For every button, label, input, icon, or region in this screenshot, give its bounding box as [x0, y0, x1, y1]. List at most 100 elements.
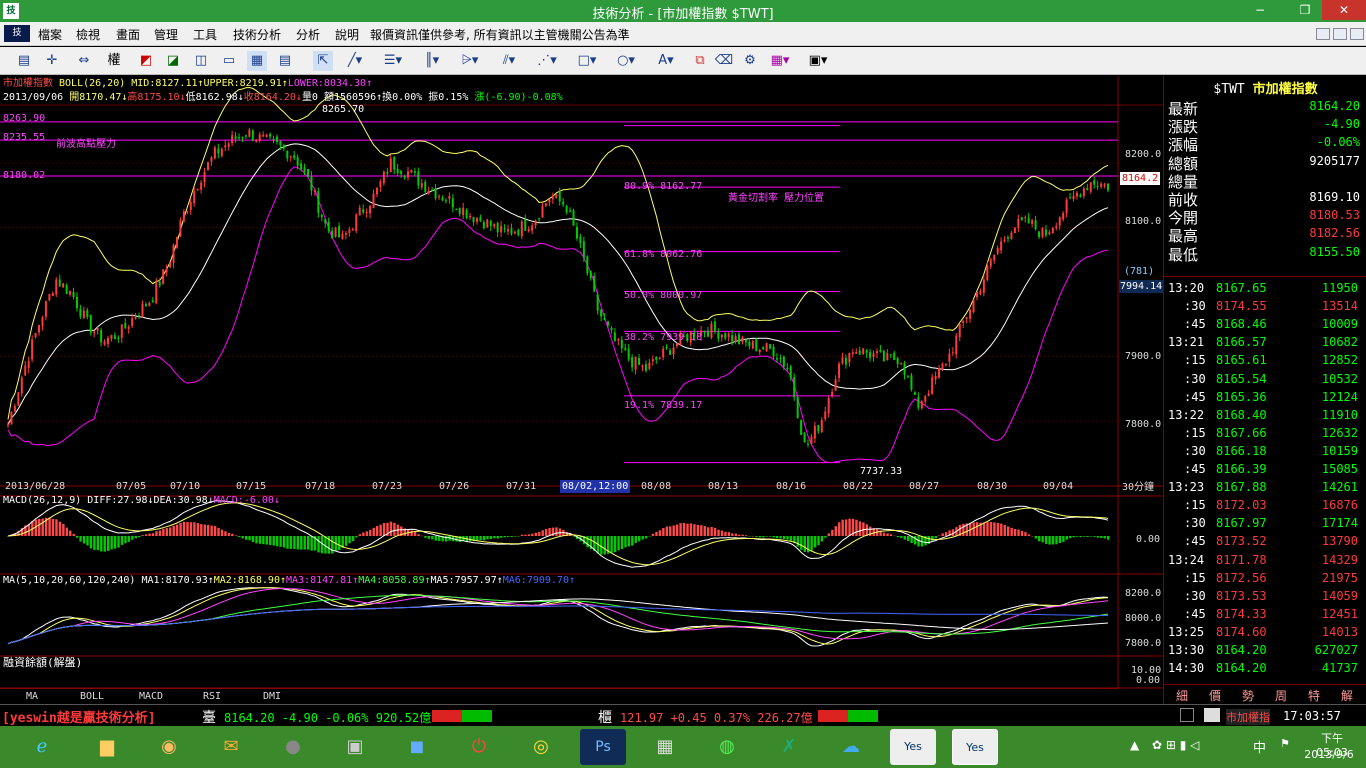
tick-row[interactable]: :15 8167.66 12632: [1164, 424, 1364, 442]
crosshair-icon[interactable]: ✛: [42, 51, 62, 71]
eraser-icon[interactable]: ⌫: [714, 51, 734, 71]
clock-date[interactable]: 2013/9/6: [1298, 748, 1360, 761]
power-icon[interactable]: ⏻: [456, 729, 502, 765]
tick-row[interactable]: :45 8168.46 10009: [1164, 315, 1364, 333]
tick-row[interactable]: 13:21 8166.57 10682: [1164, 333, 1364, 351]
tab-macd[interactable]: MACD: [139, 690, 163, 703]
tick-row[interactable]: :15 8172.56 21975: [1164, 569, 1364, 587]
tick-row[interactable]: :30 8174.55 13514: [1164, 297, 1364, 315]
menu-manage[interactable]: 管理: [154, 26, 178, 43]
menu-technical[interactable]: 技術分析: [233, 26, 281, 43]
close-button[interactable]: ✕: [1322, 0, 1366, 20]
tray-flag-icon[interactable]: ⚑: [1280, 737, 1290, 750]
text-icon[interactable]: A▾: [652, 51, 680, 71]
tick-row[interactable]: 13:23 8167.88 14261: [1164, 478, 1364, 496]
tray-arrow-icon[interactable]: ▲: [1130, 738, 1139, 752]
line-tool-icon[interactable]: ╱▾: [341, 51, 369, 71]
status-icon-1[interactable]: [1180, 708, 1194, 722]
media-icon[interactable]: ◉: [146, 729, 192, 765]
settings-icon[interactable]: ⚙: [740, 51, 760, 71]
tick-row[interactable]: :45 8174.33 12451: [1164, 605, 1364, 623]
fan-icon[interactable]: ⩥▾: [456, 51, 484, 71]
ie-icon[interactable]: ℯ: [19, 729, 65, 765]
chart-c-icon[interactable]: ◫: [191, 51, 211, 71]
restore-button[interactable]: ❐: [1290, 0, 1320, 20]
ellipse-icon[interactable]: ○▾: [612, 51, 640, 71]
vertical-lines-icon[interactable]: ║▾: [418, 51, 446, 71]
menu-tools[interactable]: 工具: [193, 26, 217, 43]
tab-special[interactable]: 特: [1300, 687, 1328, 704]
save-icon[interactable]: ▣▾: [804, 51, 832, 71]
period-label[interactable]: 30分鐘: [1122, 481, 1154, 494]
brand-text[interactable]: [yeswin越是贏技術分析]: [2, 707, 156, 726]
menu-help[interactable]: 說明: [335, 26, 359, 43]
outlook-icon[interactable]: ✉: [208, 729, 254, 765]
mdi-close-button[interactable]: [1350, 28, 1364, 40]
tick-row[interactable]: :45 8173.52 13790: [1164, 532, 1364, 550]
tab-week[interactable]: 周: [1267, 687, 1295, 704]
tick-row[interactable]: 14:30 8164.20 41737: [1164, 659, 1364, 677]
channel-icon[interactable]: ⋰▾: [533, 51, 561, 71]
yeswin-icon[interactable]: Yes: [890, 729, 936, 765]
tick-row[interactable]: :15 8172.03 16876: [1164, 496, 1364, 514]
yeswin2-icon[interactable]: Yes: [952, 729, 998, 765]
tick-row[interactable]: 13:25 8174.60 14013: [1164, 623, 1364, 641]
tick-row[interactable]: :30 8167.97 17174: [1164, 514, 1364, 532]
tray-icons[interactable]: ✿ ⊞ ▮ ◁: [1152, 738, 1199, 752]
tick-row[interactable]: :45 8166.39 15085: [1164, 460, 1364, 478]
tab-trend[interactable]: 勢: [1234, 687, 1262, 704]
calculator-icon[interactable]: ▦: [642, 729, 688, 765]
tab-analysis[interactable]: 解: [1333, 687, 1361, 704]
print-icon[interactable]: ▤: [14, 51, 34, 71]
tab-rsi[interactable]: RSI: [203, 690, 221, 703]
doc-icon[interactable]: 技: [4, 25, 30, 42]
menu-screen[interactable]: 畫面: [116, 26, 140, 43]
chart-e-icon[interactable]: ▦: [247, 51, 267, 71]
expand-icon[interactable]: ⇔: [70, 51, 98, 71]
minimize-button[interactable]: −: [1245, 0, 1275, 20]
chart-area[interactable]: 市加權指數 BOLL(26,20) MID:8127.11↑UPPER:8219…: [0, 76, 1163, 704]
tick-row[interactable]: 13:24 8171.78 14329: [1164, 551, 1364, 569]
speaker-icon[interactable]: ●: [270, 729, 316, 765]
chart-d-icon[interactable]: ▭: [219, 51, 239, 71]
parallel-lines-icon[interactable]: ⫽▾: [495, 51, 523, 71]
chart-a-icon[interactable]: ◩: [136, 51, 156, 71]
tick-row[interactable]: :30 8165.54 10532: [1164, 370, 1364, 388]
doc-app-icon[interactable]: ▣: [332, 729, 378, 765]
explorer-icon[interactable]: ▆: [84, 729, 130, 765]
tick-row[interactable]: :15 8165.61 12852: [1164, 351, 1364, 369]
status-icon-2[interactable]: [1204, 708, 1220, 722]
chart-canvas[interactable]: [0, 76, 1163, 704]
tick-row[interactable]: 13:22 8168.40 11910: [1164, 406, 1364, 424]
excel-icon[interactable]: ✗: [766, 729, 812, 765]
chrome-icon[interactable]: ◎: [518, 729, 564, 765]
photoshop-icon[interactable]: Ps: [580, 729, 626, 765]
tab-dmi[interactable]: DMI: [263, 690, 281, 703]
tick-row[interactable]: 13:30 8164.20 627027: [1164, 641, 1364, 659]
tick-row[interactable]: :30 8166.18 10159: [1164, 442, 1364, 460]
menu-view[interactable]: 檢視: [76, 26, 100, 43]
tick-row[interactable]: 13:20 8167.65 11950: [1164, 279, 1364, 297]
line-icon[interactable]: ◍: [704, 729, 750, 765]
cursor-icon[interactable]: ⇱: [313, 51, 333, 71]
ime-indicator[interactable]: 中: [1253, 737, 1266, 756]
horizontal-line-icon[interactable]: ☰▾: [379, 51, 407, 71]
palette-icon[interactable]: ▦▾: [766, 51, 794, 71]
tab-ma[interactable]: MA: [26, 690, 38, 703]
onedrive-icon[interactable]: ☁: [828, 729, 874, 765]
tab-detail[interactable]: 細: [1168, 687, 1196, 704]
mdi-minimize-button[interactable]: [1316, 28, 1330, 40]
tab-boll[interactable]: BOLL: [80, 690, 104, 703]
tick-row[interactable]: :45 8165.36 12124: [1164, 388, 1364, 406]
rectangle-icon[interactable]: □▾: [573, 51, 601, 71]
chart-b-icon[interactable]: ◪: [163, 51, 183, 71]
mdi-restore-button[interactable]: [1333, 28, 1347, 40]
chart-f-icon[interactable]: ▤: [275, 51, 295, 71]
menu-file[interactable]: 檔案: [38, 26, 62, 43]
app-icon-2[interactable]: ◼: [394, 729, 440, 765]
tick-row[interactable]: :30 8173.53 14059: [1164, 587, 1364, 605]
copy-icon[interactable]: ⧉: [690, 51, 710, 71]
tab-price[interactable]: 價: [1201, 687, 1229, 704]
menu-analysis[interactable]: 分析: [296, 26, 320, 43]
weight-icon[interactable]: 權: [102, 51, 126, 71]
